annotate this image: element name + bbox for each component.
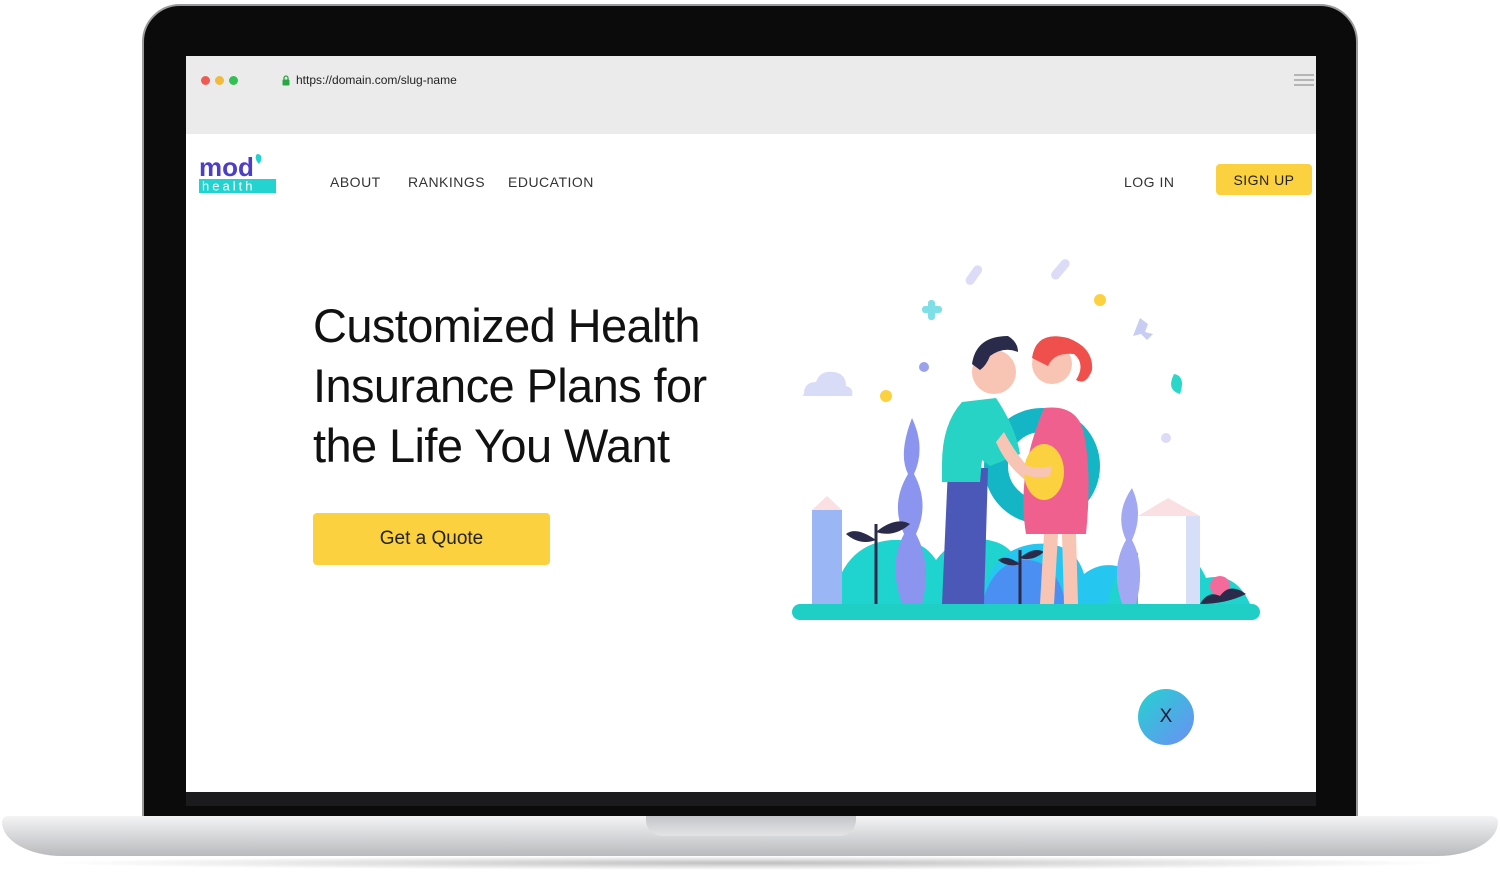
nav-about-link[interactable]: ABOUT: [330, 174, 381, 190]
laptop-notch: [646, 816, 856, 836]
browser-toolbar: https://domain.com/slug-name: [186, 56, 1316, 134]
hamburger-menu-icon[interactable]: [1294, 72, 1314, 88]
close-button[interactable]: X: [1138, 689, 1194, 745]
laptop-shadow: [40, 856, 1460, 870]
logo-bottom-text: health: [202, 179, 255, 194]
nav-education-link[interactable]: EDUCATION: [508, 174, 594, 190]
couple-pregnancy-illustration-icon: [792, 259, 1260, 620]
login-link[interactable]: LOG IN: [1124, 174, 1174, 190]
window-minimize-dot[interactable]: [215, 76, 224, 85]
lock-icon: [282, 75, 290, 86]
browser-screen: https://domain.com/slug-name mod health …: [186, 56, 1316, 792]
nav-rankings-link[interactable]: RANKINGS: [408, 174, 485, 190]
window-maximize-dot[interactable]: [229, 76, 238, 85]
get-a-quote-button[interactable]: Get a Quote: [313, 513, 550, 565]
mod-health-logo[interactable]: mod health: [199, 150, 279, 196]
window-close-dot[interactable]: [201, 76, 210, 85]
hero-title: Customized Health Insurance Plans for th…: [313, 299, 707, 472]
address-bar-url[interactable]: https://domain.com/slug-name: [296, 73, 457, 87]
signup-button[interactable]: SIGN UP: [1216, 164, 1312, 195]
screen-bottom-bezel: [186, 792, 1316, 806]
logo-top-text: mod: [199, 152, 254, 182]
